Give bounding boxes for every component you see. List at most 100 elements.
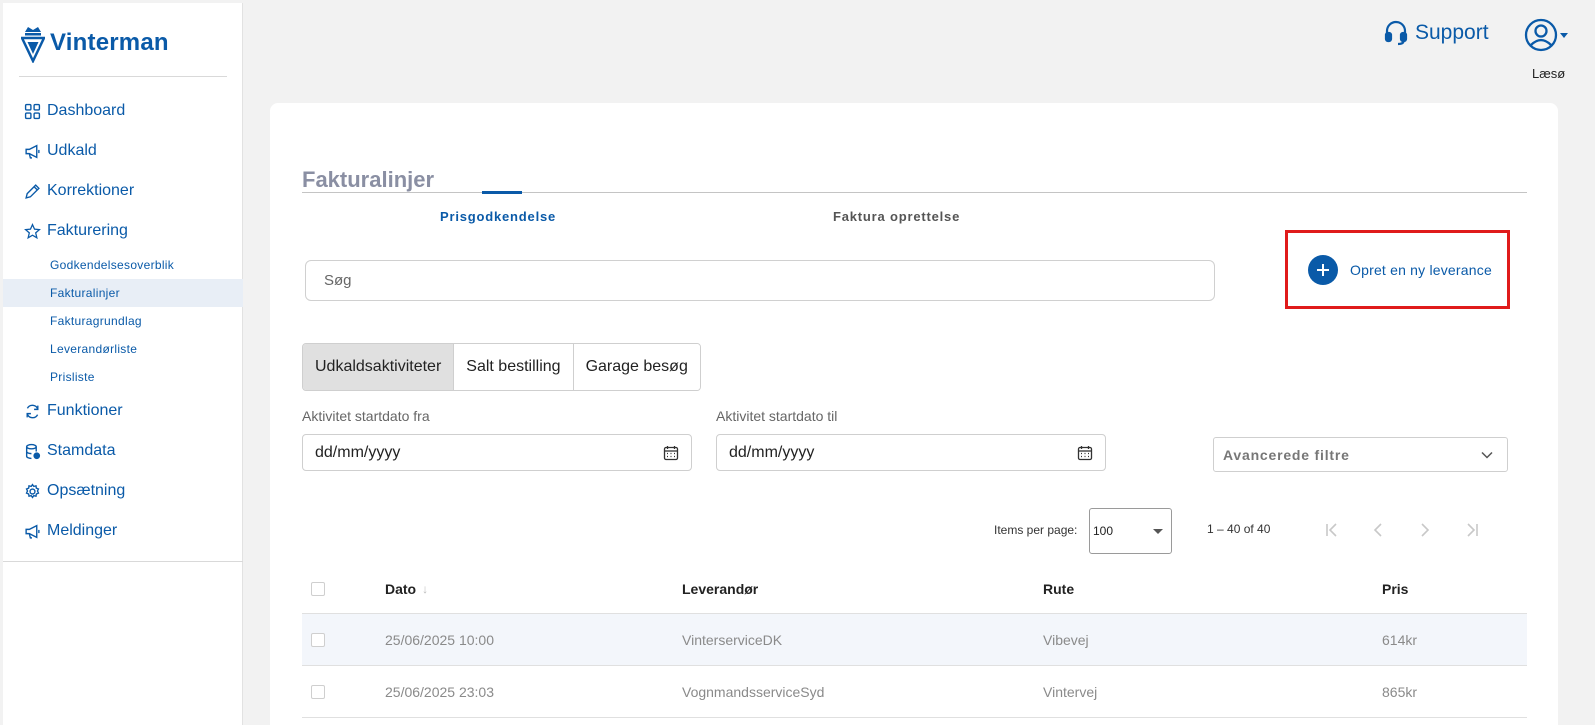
segment-salt-bestilling[interactable]: Salt bestilling [454, 344, 574, 390]
cell-route: Vibevej [1043, 631, 1089, 648]
segment-garage-besog[interactable]: Garage besøg [573, 344, 700, 390]
active-tab-indicator [482, 191, 522, 194]
sidebar-item-stamdata[interactable]: Stamdata [3, 431, 243, 471]
select-all-checkbox[interactable] [311, 582, 325, 596]
chevron-down-icon [1560, 32, 1568, 38]
last-page-button[interactable] [1460, 518, 1484, 542]
sidebar-item-fakturering[interactable]: Fakturering [3, 211, 243, 251]
advanced-filters-dropdown[interactable]: Avancerede filtre [1213, 437, 1508, 472]
sidebar-item-label: Fakturering [47, 222, 128, 239]
user-avatar-icon [1524, 18, 1558, 52]
table-row[interactable]: 25/06/2025 23:03 VognmandsserviceSyd Vin… [302, 666, 1527, 718]
sidebar-item-opsaetning[interactable]: Opsætning [3, 471, 243, 511]
date-to-value: dd/mm/yyyy [729, 443, 815, 461]
cell-date: 25/06/2025 10:00 [385, 631, 494, 648]
calendar-icon[interactable] [1077, 445, 1093, 461]
page-size-select[interactable]: 100 [1089, 508, 1172, 554]
star-icon [22, 221, 42, 241]
refresh-icon [22, 401, 42, 421]
user-name: Læsø [1532, 66, 1566, 81]
tab-prisgodkendelse[interactable]: Prisgodkendelse [440, 209, 556, 224]
column-header-route[interactable]: Rute [1043, 565, 1074, 613]
sidebar-item-dashboard[interactable]: Dashboard [3, 91, 243, 131]
sidebar-subitem-prisliste[interactable]: Prisliste [3, 363, 243, 391]
pencil-icon [22, 181, 42, 201]
sidebar-subitem-leverandorliste[interactable]: Leverandørliste [3, 335, 243, 363]
sidebar-item-udkald[interactable]: Udkald [3, 131, 243, 171]
column-header-label: Dato [385, 581, 417, 597]
create-delivery-button[interactable]: Opret en ny leverance [1285, 230, 1510, 309]
date-to-label: Aktivitet startdato til [716, 408, 838, 424]
main-card: Fakturalinjer Prisgodkendelse Faktura op… [270, 103, 1558, 725]
sidebar-subitem-fakturalinjer[interactable]: Fakturalinjer [3, 279, 243, 307]
invoice-lines-table: Dato ↓ Leverandør Rute Pris 25/06/2025 1… [302, 565, 1527, 718]
logo[interactable]: Vinterman [21, 21, 169, 65]
cell-price: 614kr [1382, 631, 1418, 648]
row-select-cell [311, 614, 325, 665]
page-range: 1 – 40 of 40 [1207, 522, 1271, 536]
column-header-price[interactable]: Pris [1382, 565, 1408, 613]
sidebar-item-funktioner[interactable]: Funktioner [3, 391, 243, 431]
sidebar-item-meldinger[interactable]: Meldinger [3, 511, 243, 551]
column-header-supplier[interactable]: Leverandør [682, 565, 758, 613]
chevron-right-icon [1421, 523, 1430, 537]
page-size-value: 100 [1093, 524, 1114, 538]
plus-icon [1308, 254, 1338, 285]
support-label: Support [1415, 21, 1489, 44]
cell-price: 865kr [1382, 683, 1418, 700]
chevron-left-icon [1373, 523, 1382, 537]
sidebar-nav: Dashboard Udkald Korrektioner Fakturerin… [3, 91, 243, 551]
grid-icon [22, 101, 42, 121]
sidebar-item-korrektioner[interactable]: Korrektioner [3, 171, 243, 211]
user-menu-button[interactable] [1524, 18, 1568, 52]
sidebar-subitem-fakturagrundlag[interactable]: Fakturagrundlag [3, 307, 243, 335]
sidebar-item-label: Funktioner [47, 402, 123, 419]
sidebar-item-label: Meldinger [47, 522, 118, 539]
table-row[interactable]: 25/06/2025 10:00 VinterserviceDK Vibevej… [302, 614, 1527, 666]
last-page-icon [1467, 523, 1478, 537]
advanced-filters-label: Avancerede filtre [1223, 446, 1350, 463]
database-icon [22, 441, 42, 461]
divider [3, 561, 243, 562]
chevron-down-icon [1153, 528, 1163, 534]
segment-udkaldsaktiviteter[interactable]: Udkaldsaktiviteter [303, 344, 455, 390]
sidebar-item-label: Korrektioner [47, 182, 135, 199]
first-page-button[interactable] [1320, 518, 1344, 542]
page-title: Fakturalinjer [302, 167, 435, 192]
calendar-icon[interactable] [663, 445, 679, 461]
items-per-page-label: Items per page: [994, 523, 1078, 537]
sidebar-item-label: Udkald [47, 142, 97, 159]
cell-supplier: VinterserviceDK [682, 631, 783, 648]
megaphone-icon [22, 521, 42, 541]
row-checkbox[interactable] [311, 632, 325, 647]
previous-page-button[interactable] [1366, 518, 1390, 542]
support-link[interactable]: Support [1384, 20, 1489, 46]
cell-date: 25/06/2025 23:03 [385, 683, 494, 700]
sidebar-subitem-godkendelsesoverblik[interactable]: Godkendelsesoverblik [3, 251, 243, 279]
sidebar-item-label: Dashboard [47, 102, 126, 119]
brand-name: Vinterman [50, 29, 169, 56]
select-all-cell [311, 565, 325, 613]
cell-supplier: VognmandsserviceSyd [682, 683, 825, 700]
app-root: Vinterman Dashboard Udkald Korrektioner … [0, 0, 1595, 725]
headset-icon [1384, 20, 1408, 46]
activity-type-toggle: Udkaldsaktiviteter Salt bestilling Garag… [302, 343, 701, 391]
date-to-input[interactable]: dd/mm/yyyy [716, 434, 1106, 471]
sidebar: Vinterman Dashboard Udkald Korrektioner … [3, 3, 243, 725]
cell-route: Vintervej [1043, 683, 1098, 700]
chevron-down-icon [1481, 451, 1493, 459]
date-from-value: dd/mm/yyyy [315, 443, 401, 461]
sidebar-item-label: Opsætning [47, 482, 126, 499]
column-header-date[interactable]: Dato ↓ [385, 565, 428, 613]
megaphone-icon [22, 141, 42, 161]
next-page-button[interactable] [1413, 518, 1437, 542]
crown-logo-icon [21, 27, 45, 63]
row-select-cell [311, 666, 325, 717]
sort-arrow-icon: ↓ [422, 582, 429, 596]
row-checkbox[interactable] [311, 684, 325, 699]
tab-faktura-oprettelse[interactable]: Faktura oprettelse [833, 209, 960, 224]
date-from-input[interactable]: dd/mm/yyyy [302, 434, 692, 471]
first-page-icon [1326, 523, 1337, 537]
sidebar-item-label: Stamdata [47, 442, 116, 459]
search-input[interactable] [305, 260, 1215, 301]
